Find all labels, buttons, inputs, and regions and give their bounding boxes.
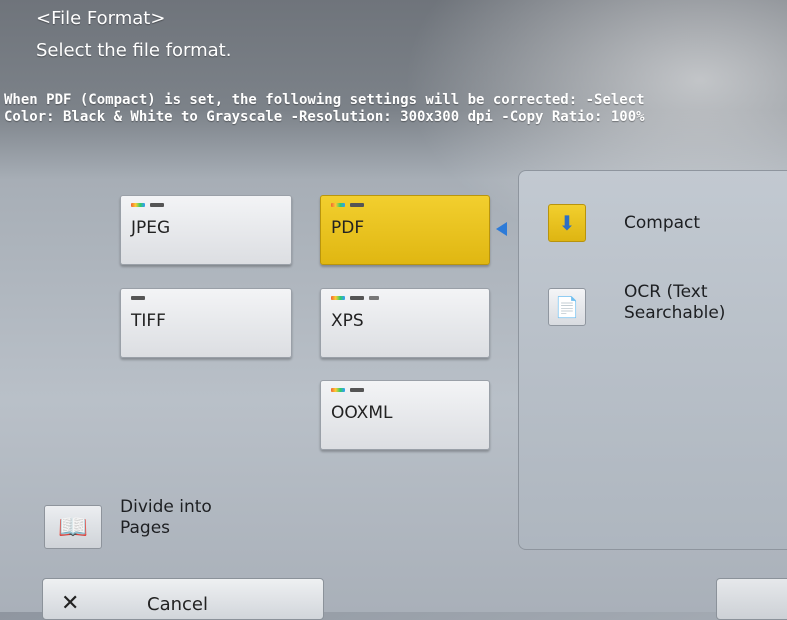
divide-label-line1: Divide into — [120, 497, 212, 517]
ocr-option-label[interactable]: OCR (Text Searchable) — [624, 282, 725, 324]
format-label: PDF — [331, 218, 365, 238]
close-icon: ✕ — [61, 591, 80, 616]
format-label: JPEG — [131, 218, 171, 238]
format-label: XPS — [331, 311, 364, 331]
compact-icon[interactable]: ⬇ — [548, 204, 586, 242]
page-title: <File Format> — [36, 8, 166, 29]
ocr-label-line1: OCR (Text — [624, 282, 708, 302]
divide-pages-icon[interactable]: 📖 — [44, 505, 102, 549]
ok-button[interactable] — [716, 578, 787, 620]
format-button-ooxml[interactable]: OOXML — [320, 380, 490, 450]
color-mode-indicator — [131, 296, 145, 300]
format-button-pdf[interactable]: PDF — [320, 195, 490, 265]
color-mode-indicator — [331, 388, 364, 392]
color-mode-indicator — [131, 203, 164, 207]
compact-option-label[interactable]: Compact — [624, 213, 700, 234]
divide-label-line2: Pages — [120, 518, 171, 538]
color-mode-indicator — [331, 203, 364, 207]
format-label: TIFF — [131, 311, 166, 331]
color-mode-indicator — [331, 296, 379, 300]
divide-pages-label[interactable]: Divide into Pages — [120, 497, 212, 539]
cancel-button[interactable]: ✕ Cancel — [42, 578, 324, 620]
format-label: OOXML — [331, 403, 393, 423]
format-button-xps[interactable]: XPS — [320, 288, 490, 358]
format-button-tiff[interactable]: TIFF — [120, 288, 292, 358]
settings-notice: When PDF (Compact) is set, the following… — [4, 92, 645, 125]
selection-arrow-icon — [496, 222, 507, 236]
ocr-label-line2: Searchable) — [624, 303, 726, 323]
ocr-icon[interactable]: 📄 — [548, 288, 586, 326]
page-subtitle: Select the file format. — [36, 40, 232, 61]
screen: <File Format> Select the file format. Wh… — [0, 0, 787, 620]
format-button-jpeg[interactable]: JPEG — [120, 195, 292, 265]
